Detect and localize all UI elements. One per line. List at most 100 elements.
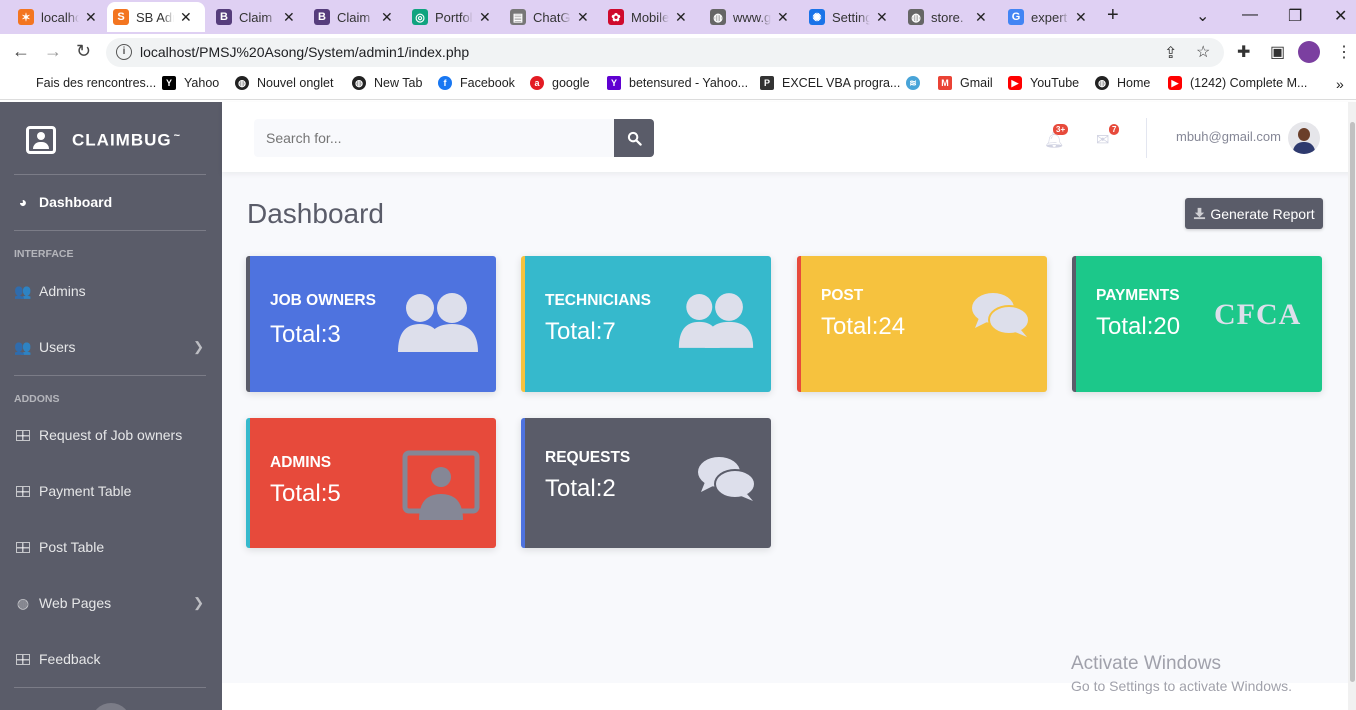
- reload-icon[interactable]: ↻: [76, 41, 91, 62]
- menu-icon[interactable]: ⋮: [1336, 42, 1352, 62]
- browser-tab[interactable]: ✿ Mobile ✕: [602, 2, 693, 32]
- browser-tab[interactable]: ◍ store. ✕: [902, 2, 993, 32]
- browser-tab[interactable]: Gexpert ✕: [1002, 2, 1093, 32]
- bookmark[interactable]: ▶ YouTube: [1008, 76, 1079, 90]
- close-icon[interactable]: ✕: [577, 9, 589, 26]
- sidebar-item-payment-table[interactable]: Payment Table: [14, 479, 206, 503]
- sidebar-item-web-pages[interactable]: ◍ Web Pages ❯: [14, 591, 206, 615]
- globe-icon: ◍: [16, 594, 30, 611]
- address-bar[interactable]: i localhost/PMSJ%20Asong/System/admin1/i…: [106, 38, 1224, 67]
- share-icon[interactable]: ⇪: [1164, 43, 1177, 63]
- chevron-right-icon: ❯: [193, 595, 204, 610]
- minimize-button[interactable]: —: [1242, 6, 1258, 24]
- more-bookmarks-icon[interactable]: »: [1336, 76, 1344, 92]
- admin-app: CLAIMBUG ~ ◕ Dashboard INTERFACE 👥 Admins 👥…: [0, 102, 1356, 710]
- bookmark[interactable]: a google: [530, 76, 590, 90]
- avatar[interactable]: [1288, 122, 1320, 154]
- sidebar-item-feedback[interactable]: Feedback: [14, 647, 206, 671]
- generate-report-button[interactable]: Generate Report: [1185, 198, 1323, 229]
- bookmark[interactable]: P EXCEL VBA progra...: [760, 76, 900, 90]
- restore-button[interactable]: ❐: [1288, 6, 1302, 26]
- browser-toolbar: ← → ↻ i localhost/PMSJ%20Asong/System/ad…: [0, 34, 1356, 70]
- admin-icon: [402, 450, 480, 520]
- bookmark[interactable]: Y Yahoo: [162, 76, 219, 90]
- profile-avatar[interactable]: [1298, 41, 1320, 63]
- users-icon: 👥: [14, 338, 32, 355]
- close-icon[interactable]: ✕: [85, 9, 97, 26]
- close-icon[interactable]: ✕: [1075, 9, 1087, 26]
- sidebar-brand[interactable]: CLAIMBUG ~: [26, 126, 181, 154]
- huawei-icon: ✿: [608, 9, 624, 25]
- sidebar-item-admins[interactable]: 👥 Admins: [14, 279, 206, 303]
- sidebar-toggle-button[interactable]: [91, 703, 131, 710]
- bookmark[interactable]: ▶ (1242) Complete M...: [1168, 76, 1307, 90]
- search-button[interactable]: [614, 119, 654, 157]
- bookmark[interactable]: Fais des rencontres...: [36, 76, 156, 90]
- new-tab-button[interactable]: +: [1107, 4, 1119, 27]
- user-email[interactable]: mbuh@gmail.com: [1176, 129, 1281, 144]
- scrollbar-thumb[interactable]: [1350, 122, 1355, 682]
- tab-search-icon[interactable]: ⌄: [1196, 6, 1209, 26]
- close-icon[interactable]: ✕: [777, 9, 789, 26]
- globe-icon: ◍: [908, 9, 924, 25]
- globe-icon: ◍: [235, 76, 249, 90]
- youtube-icon: ▶: [1168, 76, 1182, 90]
- sidebar-item-dashboard[interactable]: ◕ Dashboard: [14, 190, 206, 214]
- card-admins[interactable]: ADMINS Total:5: [246, 418, 496, 548]
- comments-icon: [972, 293, 1030, 337]
- browser-tab-active[interactable]: SSB Admin✕: [107, 2, 205, 32]
- card-requests[interactable]: REQUESTS Total:2: [521, 418, 771, 548]
- back-icon[interactable]: ←: [12, 41, 30, 62]
- bookmark[interactable]: ≋: [906, 76, 928, 90]
- close-icon[interactable]: ✕: [975, 9, 987, 26]
- gear-icon: ✺: [809, 9, 825, 25]
- bookmark[interactable]: ◍ Nouvel onglet: [235, 76, 333, 90]
- sidebar-item-users[interactable]: 👥 Users ❯: [14, 335, 206, 359]
- close-icon[interactable]: ✕: [180, 9, 192, 26]
- browser-tab[interactable]: B Claim ✕: [210, 2, 301, 32]
- extensions-icon[interactable]: ✚: [1237, 42, 1250, 62]
- globe-icon: ◍: [1095, 76, 1109, 90]
- browser-tab[interactable]: B Claim ✕: [308, 2, 399, 32]
- bookmark[interactable]: ◍ New Tab: [352, 76, 422, 90]
- bookmark[interactable]: Ybetensured - Yahoo...: [607, 76, 748, 90]
- browser-tab[interactable]: ◎Portfolio✕: [406, 2, 497, 32]
- close-window-button[interactable]: ✕: [1334, 6, 1347, 26]
- card-payments[interactable]: PAYMENTS Total:20 CFCA: [1072, 256, 1322, 392]
- users-icon: [678, 293, 754, 348]
- browser-tab[interactable]: ◍ www.g ✕: [704, 2, 795, 32]
- gmail-icon: M: [938, 76, 952, 90]
- bookmark[interactable]: ◍ Home: [1095, 76, 1150, 90]
- brand-sup: ~: [173, 129, 182, 142]
- alerts-dropdown[interactable]: 🔔︎ 3+: [1044, 124, 1069, 150]
- ask-icon: a: [530, 76, 544, 90]
- yahoo-icon: Y: [607, 76, 621, 90]
- forward-icon[interactable]: →: [44, 41, 62, 62]
- card-post[interactable]: POST Total:24: [797, 256, 1047, 392]
- messages-dropdown[interactable]: ✉ 7: [1096, 124, 1120, 150]
- card-job-owners[interactable]: JOB OWNERS Total:3: [246, 256, 496, 392]
- card-total: Total:5: [270, 480, 341, 507]
- close-icon[interactable]: ✕: [675, 9, 687, 26]
- close-icon[interactable]: ✕: [479, 9, 491, 26]
- close-icon[interactable]: ✕: [283, 9, 295, 26]
- divider: [14, 687, 206, 688]
- url-text[interactable]: localhost/PMSJ%20Asong/System/admin1/ind…: [140, 44, 469, 60]
- browser-tab[interactable]: ▤ChatGPT✕: [504, 2, 595, 32]
- star-icon[interactable]: ☆: [1196, 42, 1210, 62]
- sidebar-item-post-table[interactable]: Post Table: [14, 535, 206, 559]
- side-panel-icon[interactable]: ▣: [1270, 42, 1285, 62]
- browser-tab[interactable]: ✺Settings✕: [803, 2, 894, 32]
- search-input[interactable]: [254, 119, 614, 157]
- bookmark[interactable]: M Gmail: [938, 76, 993, 90]
- sidebar-item-request-job-owners[interactable]: Request of Job owners: [14, 423, 206, 447]
- card-technicians[interactable]: TECHNICIANS Total:7: [521, 256, 771, 392]
- close-icon[interactable]: ✕: [381, 9, 393, 26]
- browser-tab[interactable]: ✶localhost✕: [12, 2, 103, 32]
- sidebar: CLAIMBUG ~ ◕ Dashboard INTERFACE 👥 Admins 👥…: [0, 102, 222, 710]
- chatgpt-icon: ◎: [412, 9, 428, 25]
- bookmark[interactable]: f Facebook: [438, 76, 515, 90]
- close-icon[interactable]: ✕: [876, 9, 888, 26]
- sb-admin-icon: S: [113, 9, 129, 25]
- info-icon[interactable]: i: [116, 44, 132, 60]
